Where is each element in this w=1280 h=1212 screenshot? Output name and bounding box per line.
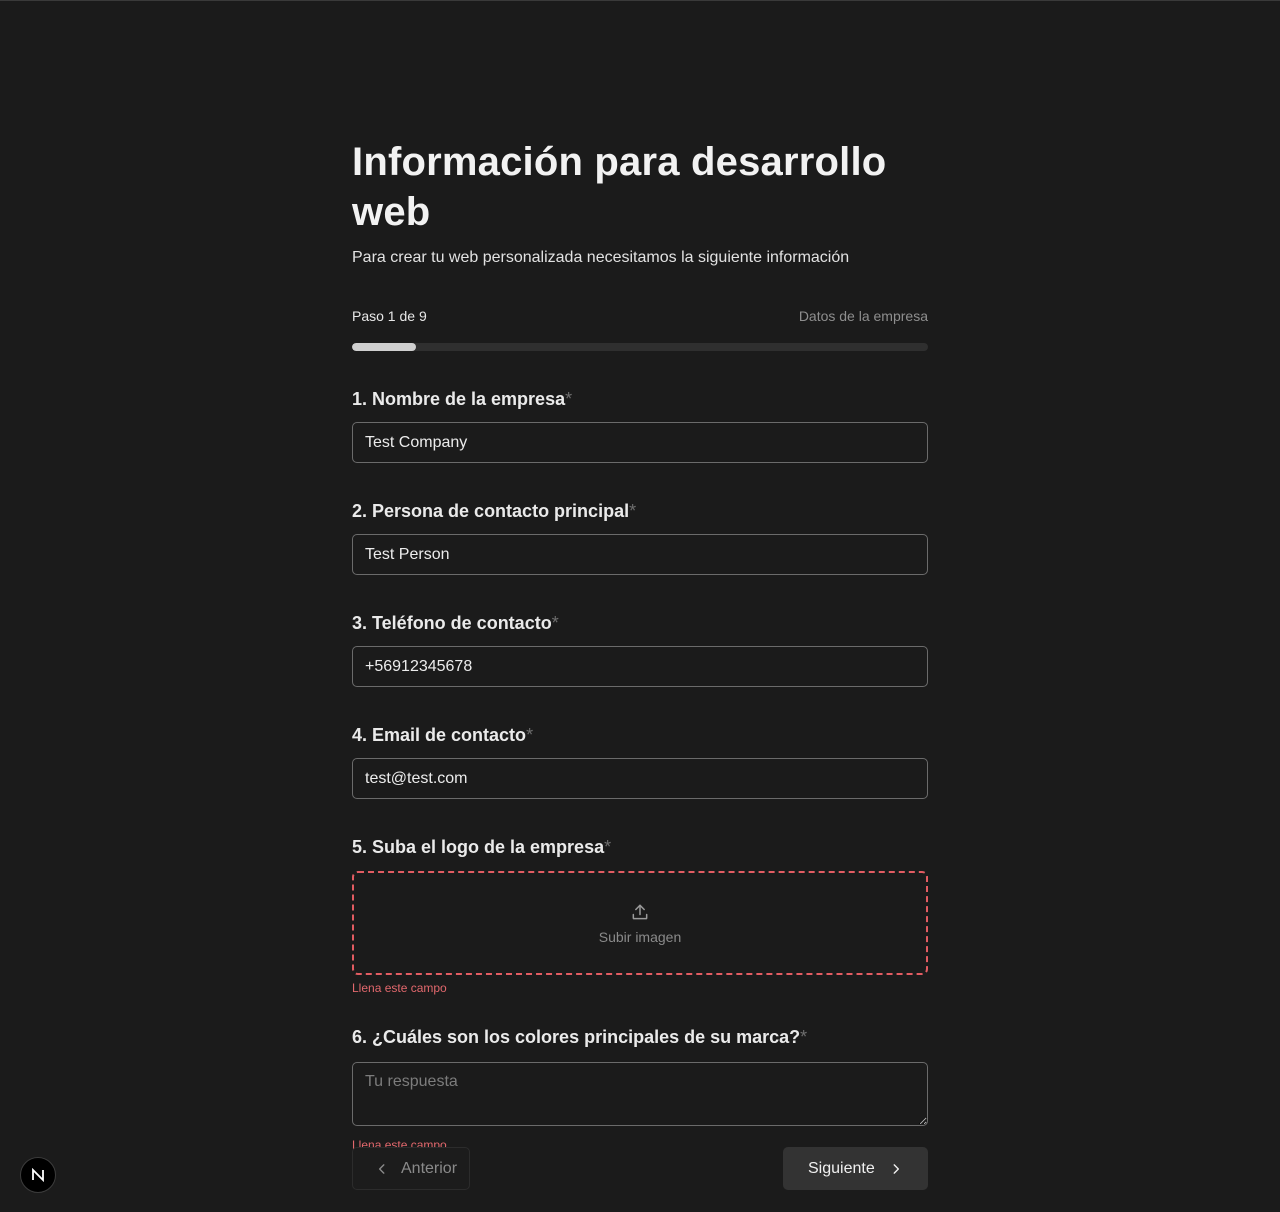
progress-bar-fill [352, 343, 416, 351]
field-label: 6. ¿Cuáles son los colores principales d… [352, 1027, 808, 1047]
required-mark: * [551, 613, 559, 633]
required-mark: * [629, 501, 637, 521]
field-label: 3. Teléfono de contacto* [352, 613, 559, 633]
form-container: Información para desarrollo web Para cre… [352, 137, 928, 1152]
next-button-label: Siguiente [808, 1159, 875, 1177]
error-message: Llena este campo [352, 981, 447, 995]
field-brand-colors: 6. ¿Cuáles son los colores principales d… [352, 1025, 928, 1152]
upload-label: Subir imagen [598, 928, 682, 945]
n-logo-icon[interactable] [20, 1157, 56, 1193]
brand-colors-textarea[interactable] [352, 1062, 928, 1126]
required-mark: * [565, 389, 573, 409]
required-mark: * [526, 725, 534, 745]
form-navigation: Anterior Siguiente [352, 1147, 928, 1190]
company-name-input[interactable] [352, 422, 928, 463]
step-label: Paso 1 de 9 [352, 308, 427, 324]
chevron-left-icon [378, 1163, 385, 1174]
logo-upload-dropzone[interactable]: Subir imagen [352, 871, 928, 975]
field-label: 2. Persona de contacto principal* [352, 501, 637, 521]
page-title: Información para desarrollo web [352, 140, 887, 234]
step-section-name: Datos de la empresa [798, 308, 928, 324]
field-label: 4. Email de contacto* [352, 725, 534, 745]
previous-button-label: Anterior [401, 1159, 458, 1177]
required-mark: * [604, 837, 612, 857]
field-email: 4. Email de contacto* [352, 723, 928, 799]
field-label: 1. Nombre de la empresa* [352, 389, 573, 409]
n-logo-glyph [32, 1168, 44, 1182]
field-company-name: 1. Nombre de la empresa* [352, 387, 928, 463]
field-phone: 3. Teléfono de contacto* [352, 611, 928, 687]
chevron-right-icon [893, 1163, 899, 1174]
upload-icon [632, 904, 648, 919]
step-indicator: Paso 1 de 9 Datos de la empresa [352, 307, 928, 325]
email-input[interactable] [352, 758, 928, 799]
field-contact-person: 2. Persona de contacto principal* [352, 499, 928, 575]
contact-person-input[interactable] [352, 534, 928, 575]
field-label: 5. Suba el logo de la empresa* [352, 837, 612, 857]
phone-input[interactable] [352, 646, 928, 687]
progress-bar [352, 343, 928, 351]
field-logo-upload: 5. Suba el logo de la empresa* Subir ima… [352, 835, 928, 995]
page-subtitle: Para crear tu web personalizada necesita… [352, 249, 850, 266]
previous-button[interactable]: Anterior [352, 1147, 470, 1190]
required-mark: * [800, 1027, 808, 1047]
next-button[interactable]: Siguiente [783, 1147, 928, 1190]
